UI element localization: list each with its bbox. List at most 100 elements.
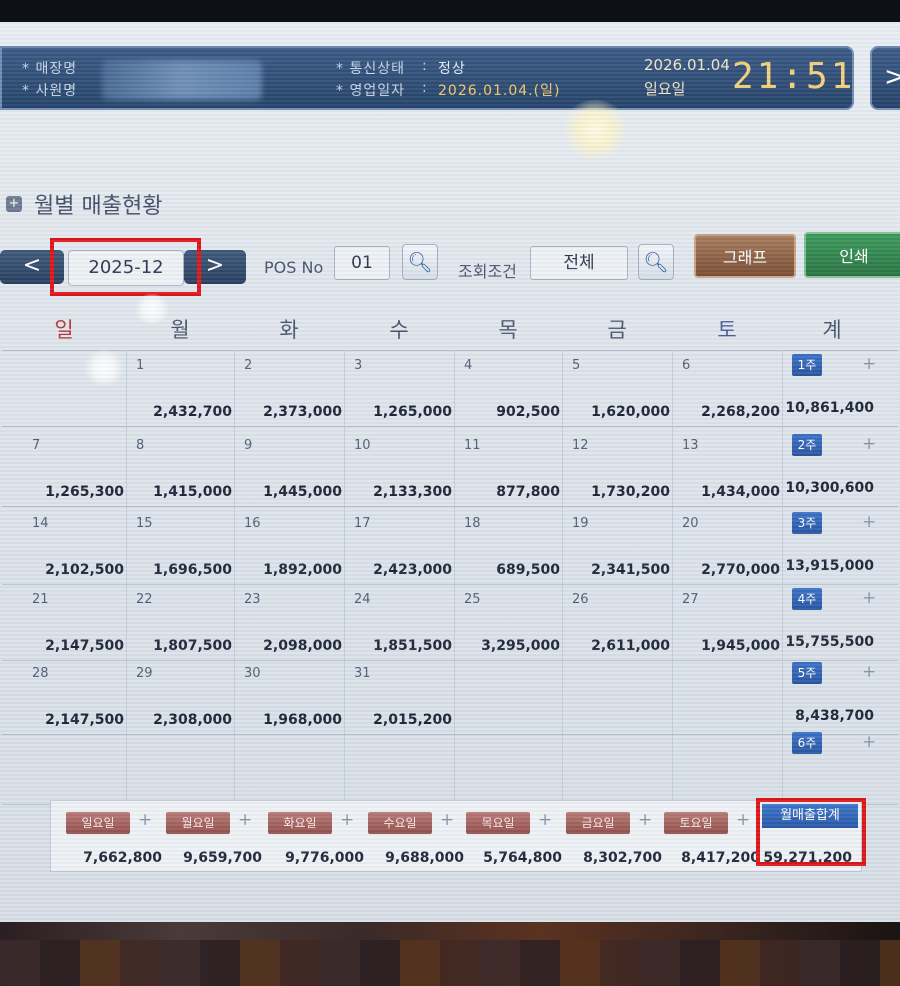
weekday-total-value: 5,764,800 [483,850,562,866]
week-total-amount: 13,915,000 [785,558,874,574]
week-expand-icon[interactable]: + [862,588,876,608]
day-number: 17 [354,516,371,531]
week-button[interactable]: 3주 [792,512,822,534]
day-number: 21 [32,592,49,607]
weekday-total-value: 9,688,000 [385,850,464,866]
staff-label: * 사원명 [22,83,78,99]
week-expand-icon[interactable]: + [862,512,876,532]
day-number: 18 [464,516,481,531]
weekday-total-button[interactable]: 토요일 [664,812,728,834]
day-number: 11 [464,438,481,453]
weekday-expand-icon[interactable]: + [238,810,252,830]
weekday-expand-icon[interactable]: + [138,810,152,830]
day-header: 목 [498,318,518,342]
day-number: 14 [32,516,49,531]
week-expand-icon[interactable]: + [862,732,876,752]
day-number: 25 [464,592,481,607]
current-date: 2026.01.04 [644,56,730,74]
day-header: 수 [389,318,409,342]
weekday-total-button[interactable]: 월요일 [166,812,230,834]
day-number: 15 [136,516,153,531]
grid-line [2,426,898,427]
weekday-total-button[interactable]: 목요일 [466,812,530,834]
week-button[interactable]: 5주 [792,662,822,684]
day-sales-amount: 1,807,500 [153,638,232,654]
week-total-amount: 15,755,500 [785,634,874,650]
status-header: * 매장명 * 사원명 * 통신상태 : 정상 * 영업일자 : 2026.01… [0,46,854,110]
page-title: 월별 매출현황 [34,194,163,219]
day-number: 29 [136,666,153,681]
comm-status-value: 정상 [438,61,466,77]
grid-line [2,660,898,661]
store-name-redacted [102,60,262,100]
print-button[interactable]: 인쇄 [804,232,900,278]
day-sales-amount: 3,295,000 [481,638,560,654]
pos-search-icon[interactable]: 🔍︎ [402,244,438,280]
month-highlight-box [50,238,201,296]
day-sales-amount: 689,500 [496,562,560,578]
week-expand-icon[interactable]: + [862,662,876,682]
day-sales-amount: 2,098,000 [263,638,342,654]
screen-glare-small-2 [84,350,124,386]
chevron-right-icon[interactable]: > [870,46,900,110]
weekday-total-button[interactable]: 화요일 [268,812,332,834]
day-sales-amount: 1,968,000 [263,712,342,728]
day-sales-amount: 2,308,000 [153,712,232,728]
week-total-amount: 10,300,600 [785,480,874,496]
day-number: 12 [572,438,589,453]
day-number: 24 [354,592,371,607]
weekday-total-button[interactable]: 금요일 [566,812,630,834]
day-sales-amount: 2,373,000 [263,404,342,420]
day-number: 8 [136,438,145,453]
day-sales-amount: 902,500 [496,404,560,420]
condition-search-icon[interactable]: 🔍︎ [638,244,674,280]
week-total-amount: 8,438,700 [795,708,874,724]
screen-glare-small [134,294,170,324]
week-button[interactable]: 2주 [792,434,822,456]
grid-line [672,350,673,806]
graph-button[interactable]: 그래프 [694,234,796,278]
day-number: 2 [244,358,253,373]
day-sales-amount: 1,415,000 [153,484,232,500]
day-sales-amount: 2,147,500 [45,638,124,654]
day-number: 7 [32,438,41,453]
grid-line [2,584,898,585]
day-number: 28 [32,666,49,681]
current-weekday: 일요일 [644,80,686,98]
weekday-expand-icon[interactable]: + [638,810,652,830]
day-sales-amount: 1,696,500 [153,562,232,578]
weekday-expand-icon[interactable]: + [538,810,552,830]
day-sales-amount: 2,341,500 [591,562,670,578]
weekday-total-button[interactable]: 수요일 [368,812,432,834]
day-sales-amount: 2,147,500 [45,712,124,728]
day-sales-amount: 2,015,200 [373,712,452,728]
grid-line [782,350,783,806]
day-number: 31 [354,666,371,681]
weekday-total-value: 9,776,000 [285,850,364,866]
pos-no-field[interactable]: 01 [334,246,390,280]
week-button[interactable]: 6주 [792,732,822,754]
weekday-expand-icon[interactable]: + [340,810,354,830]
screen-glare [560,100,630,160]
day-number: 1 [136,358,145,373]
weekday-expand-icon[interactable]: + [736,810,750,830]
weekday-expand-icon[interactable]: + [440,810,454,830]
day-number: 22 [136,592,153,607]
weekday-total-button[interactable]: 일요일 [66,812,130,834]
condition-field[interactable]: 전체 [530,246,628,280]
day-number: 5 [572,358,581,373]
day-number: 26 [572,592,589,607]
day-number: 4 [464,358,473,373]
business-date-label: * 영업일자 [336,83,405,99]
comm-colon: : [422,58,428,74]
pos-no-label: POS No [264,258,324,277]
comm-status-label: * 통신상태 [336,61,405,77]
day-number: 6 [682,358,691,373]
day-number: 3 [354,358,363,373]
week-expand-icon[interactable]: + [862,434,876,454]
week-button[interactable]: 1주 [792,354,822,376]
week-button[interactable]: 4주 [792,588,822,610]
day-header: 계 [822,318,842,342]
week-expand-icon[interactable]: + [862,354,876,374]
weekday-total-value: 7,662,800 [83,850,162,866]
